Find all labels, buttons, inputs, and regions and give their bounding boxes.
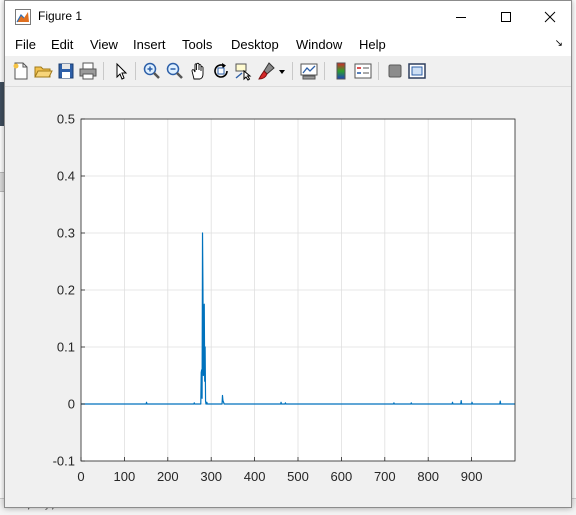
data-cursor-icon[interactable] (234, 61, 254, 81)
menu-desktop[interactable]: Desktop (231, 37, 279, 52)
figure-window: Figure 1 File Edit View Insert Tools Des… (4, 0, 572, 508)
x-tick-label: 500 (287, 469, 309, 484)
menu-bar: File Edit View Insert Tools Desktop Wind… (5, 32, 571, 56)
toolbar-separator (103, 62, 104, 80)
menu-view[interactable]: View (90, 37, 118, 52)
zoom-out-icon[interactable] (165, 61, 185, 81)
x-tick-label: 300 (200, 469, 222, 484)
open-file-icon[interactable] (33, 61, 53, 81)
plot-area: 0 100 200 300 400 500 600 700 800 900 -0.1 0 0.1 0.2 0… (5, 87, 571, 507)
title-bar[interactable]: Figure 1 (5, 1, 571, 32)
x-tick-label: 400 (244, 469, 266, 484)
toolbar-separator (292, 62, 293, 80)
matlab-figure-icon (15, 9, 31, 25)
print-icon[interactable] (78, 61, 98, 81)
edit-plot-icon[interactable] (111, 61, 131, 81)
y-tick-label: -0.1 (53, 454, 75, 469)
menu-window[interactable]: Window (296, 37, 342, 52)
y-tick-label: 0.3 (57, 226, 75, 241)
hide-plot-tools-icon[interactable] (385, 61, 405, 81)
y-tick-label: 0.5 (57, 112, 75, 127)
menu-help[interactable]: Help (359, 37, 386, 52)
x-tick-label: 100 (114, 469, 136, 484)
menu-tools[interactable]: Tools (182, 37, 212, 52)
close-icon (544, 11, 555, 22)
maximize-icon (500, 11, 511, 22)
minimize-button[interactable] (438, 1, 483, 32)
x-tick-label: 700 (374, 469, 396, 484)
link-plot-icon[interactable] (299, 61, 319, 81)
x-tick-label: 800 (417, 469, 439, 484)
x-tick-label: 200 (157, 469, 179, 484)
show-plot-tools-icon[interactable] (407, 61, 427, 81)
brush-icon[interactable] (257, 61, 277, 81)
x-tick-label: 600 (331, 469, 353, 484)
maximize-button[interactable] (483, 1, 528, 32)
save-icon[interactable] (56, 61, 76, 81)
menu-insert[interactable]: Insert (133, 37, 166, 52)
rotate-3d-icon[interactable] (211, 61, 231, 81)
y-tick-label: 0.1 (57, 340, 75, 355)
close-button[interactable] (527, 1, 572, 32)
insert-colorbar-icon[interactable] (331, 61, 351, 81)
zoom-in-icon[interactable] (142, 61, 162, 81)
menu-edit[interactable]: Edit (51, 37, 73, 52)
y-tick-label: 0.2 (57, 283, 75, 298)
dock-arrow-icon[interactable]: ↘ (555, 38, 563, 49)
line-chart[interactable]: 0 100 200 300 400 500 600 700 800 900-0.100.10.20… (5, 87, 571, 507)
brush-dropdown-icon[interactable] (278, 61, 286, 81)
y-tick-label: 0 (68, 397, 75, 412)
window-title: Figure 1 (38, 9, 83, 23)
x-tick-label: 0 (77, 469, 84, 484)
new-figure-icon[interactable] (11, 61, 31, 81)
figure-toolbar (5, 56, 571, 87)
toolbar-separator (324, 62, 325, 80)
insert-legend-icon[interactable] (353, 61, 373, 81)
menu-file[interactable]: File (15, 37, 36, 52)
toolbar-separator (378, 62, 379, 80)
pan-icon[interactable] (188, 61, 208, 81)
toolbar-separator (135, 62, 136, 80)
y-tick-label: 0.4 (57, 169, 75, 184)
minimize-icon (455, 16, 466, 18)
x-tick-label: 900 (461, 469, 483, 484)
